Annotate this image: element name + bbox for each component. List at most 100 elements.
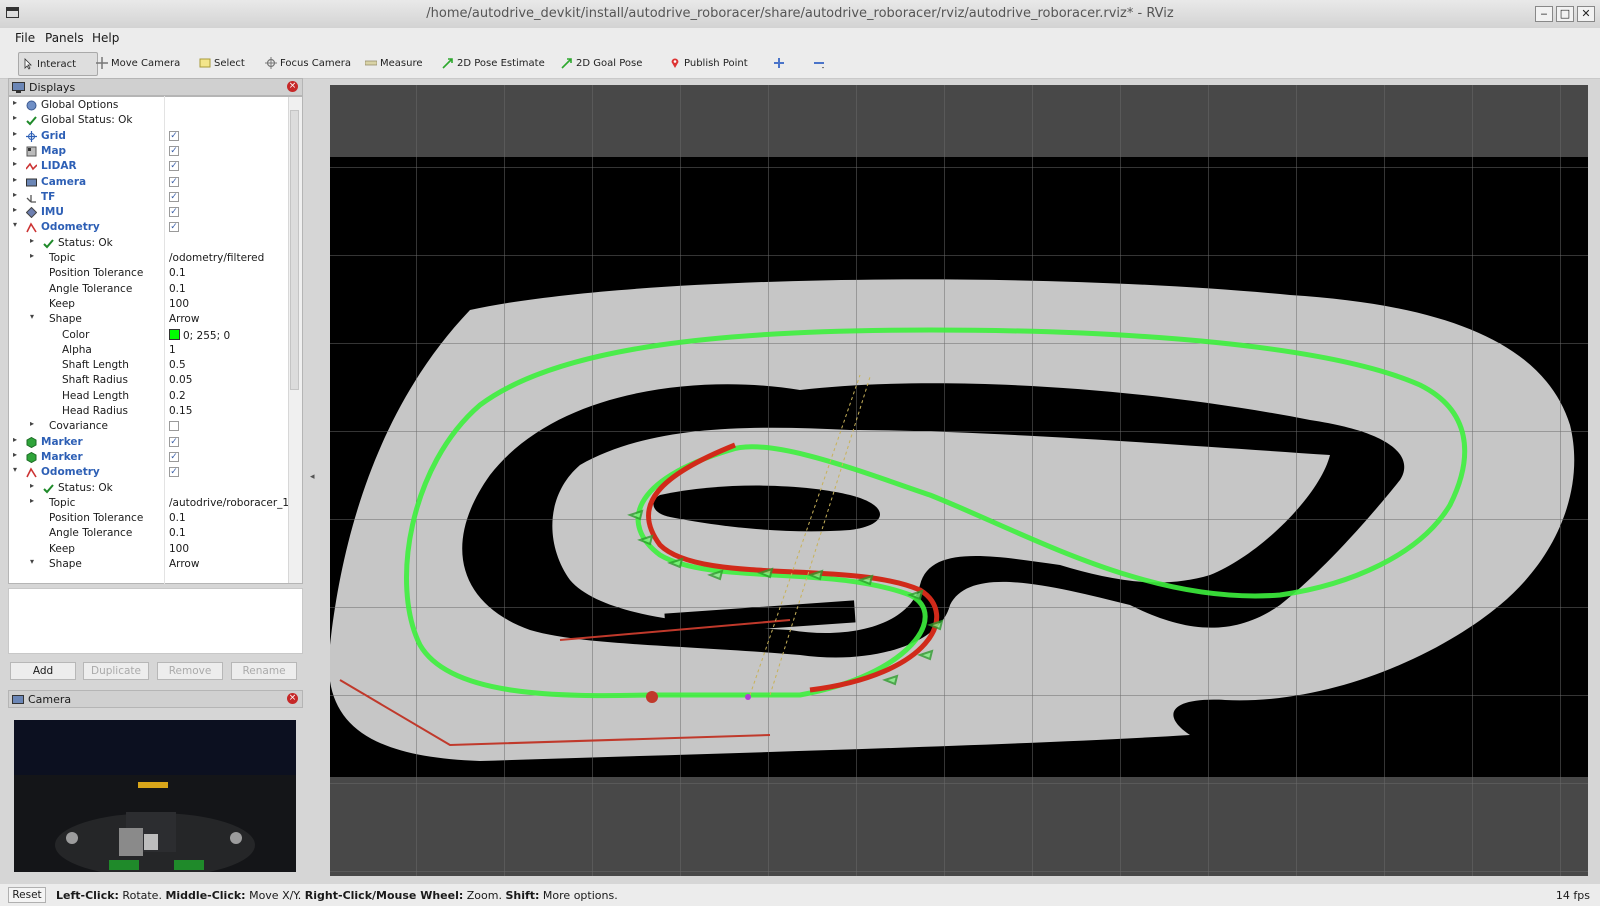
rename-display-button[interactable]: Rename xyxy=(231,662,297,680)
display-row-tf[interactable]: ▸ TF ✓ xyxy=(9,190,289,205)
expand-arrow-icon[interactable]: ▸ xyxy=(30,251,34,260)
property-value[interactable]: 0.15 xyxy=(169,405,192,417)
display-row-lidar[interactable]: ▸ LIDAR ✓ xyxy=(9,159,289,174)
expand-arrow-icon[interactable]: ▸ xyxy=(13,113,17,122)
display-row-grid[interactable]: ▸ Grid ✓ xyxy=(9,129,289,144)
maximize-button[interactable]: □ xyxy=(1556,6,1574,22)
display-row-keep[interactable]: Keep 100 xyxy=(9,297,289,312)
property-value[interactable]: 0.1 xyxy=(169,267,186,279)
expand-arrow-icon[interactable]: ▸ xyxy=(13,144,17,153)
expand-arrow-icon[interactable]: ▸ xyxy=(30,419,34,428)
display-row-status-ok[interactable]: ▸ Status: Ok xyxy=(9,236,289,251)
display-row-marker[interactable]: ▸ Marker ✓ xyxy=(9,450,289,465)
property-value[interactable]: /odometry/filtered xyxy=(169,252,264,264)
tool-interact[interactable]: Interact xyxy=(18,52,98,76)
tool-measure[interactable]: Measure xyxy=(362,54,426,72)
menu-help[interactable]: Help xyxy=(92,31,119,45)
tool-publish-point[interactable]: Publish Point xyxy=(666,54,751,72)
display-row-shape[interactable]: ▾ Shape Arrow xyxy=(9,557,289,572)
display-row-shape[interactable]: ▾ Shape Arrow xyxy=(9,312,289,327)
expand-arrow-icon[interactable]: ▸ xyxy=(13,129,17,138)
display-row-status-ok[interactable]: ▸ Status: Ok xyxy=(9,481,289,496)
display-enabled-checkbox[interactable]: ✓ xyxy=(169,436,179,447)
display-row-color[interactable]: Color 0; 255; 0 xyxy=(9,328,289,343)
3d-viewport[interactable] xyxy=(328,85,1588,876)
property-value[interactable]: Arrow xyxy=(169,558,199,570)
property-value[interactable]: /autodrive/roboracer_1_ xyxy=(169,497,294,509)
expand-arrow-icon[interactable]: ▸ xyxy=(13,175,17,184)
tool-move-camera[interactable]: Move Camera xyxy=(93,54,183,72)
display-row-camera[interactable]: ▸ Camera ✓ xyxy=(9,175,289,190)
property-value[interactable]: 0.05 xyxy=(169,374,192,386)
expand-arrow-icon[interactable]: ▸ xyxy=(13,98,17,107)
display-row-marker[interactable]: ▸ Marker ✓ xyxy=(9,435,289,450)
collapse-arrow-icon[interactable]: ▾ xyxy=(30,312,34,321)
expand-arrow-icon[interactable]: ▸ xyxy=(13,190,17,199)
display-enabled-checkbox[interactable]: ✓ xyxy=(169,176,179,187)
display-enabled-checkbox[interactable]: ✓ xyxy=(169,222,179,233)
menu-file[interactable]: File xyxy=(15,31,35,45)
display-enabled-checkbox[interactable]: ✓ xyxy=(169,191,179,202)
display-row-angle-tolerance[interactable]: Angle Tolerance 0.1 xyxy=(9,526,289,541)
display-row-topic[interactable]: ▸ Topic/autodrive/roboracer_1_ xyxy=(9,496,294,511)
display-row-map[interactable]: ▸ Map ✓ xyxy=(9,144,289,159)
close-button[interactable]: ✕ xyxy=(1577,6,1595,22)
display-enabled-checkbox[interactable]: ✓ xyxy=(169,130,179,141)
property-value[interactable]: 1 xyxy=(169,344,176,356)
display-enabled-checkbox[interactable]: ✓ xyxy=(169,161,179,172)
expand-arrow-icon[interactable]: ▸ xyxy=(13,450,17,459)
collapse-arrow-icon[interactable]: ▾ xyxy=(13,465,17,474)
property-value[interactable]: 0.1 xyxy=(169,527,186,539)
display-row-imu[interactable]: ▸ IMU ✓ xyxy=(9,205,289,220)
display-row-topic[interactable]: ▸ Topic/odometry/filtered xyxy=(9,251,289,266)
display-row-shaft-radius[interactable]: Shaft Radius 0.05 xyxy=(9,373,289,388)
expand-arrow-icon[interactable]: ▸ xyxy=(30,481,34,490)
property-value[interactable]: 0.2 xyxy=(169,390,186,402)
display-enabled-checkbox[interactable]: ✓ xyxy=(169,467,179,478)
expand-arrow-icon[interactable]: ▸ xyxy=(13,435,17,444)
display-row-covariance[interactable]: ▸ Covariance xyxy=(9,419,289,434)
remove-display-button[interactable]: Remove xyxy=(157,662,223,680)
tool-2d-goal-pose[interactable]: 2D Goal Pose xyxy=(558,54,645,72)
add-tool-button[interactable] xyxy=(770,54,788,72)
display-row-position-tolerance[interactable]: Position Tolerance 0.1 xyxy=(9,511,289,526)
duplicate-display-button[interactable]: Duplicate xyxy=(83,662,149,680)
tool-select[interactable]: Select xyxy=(196,54,248,72)
display-row-global-options[interactable]: ▸ Global Options xyxy=(9,98,289,113)
display-enabled-checkbox[interactable] xyxy=(169,421,179,432)
collapse-arrow-icon[interactable]: ▾ xyxy=(30,557,34,566)
property-value[interactable]: Arrow xyxy=(169,313,199,325)
collapse-arrow-icon[interactable]: ▾ xyxy=(13,220,17,229)
display-enabled-checkbox[interactable]: ✓ xyxy=(169,207,179,218)
expand-arrow-icon[interactable]: ▸ xyxy=(30,236,34,245)
display-row-global-status-ok[interactable]: ▸ Global Status: Ok xyxy=(9,113,289,128)
property-value[interactable]: 0.1 xyxy=(169,512,186,524)
add-display-button[interactable]: Add xyxy=(10,662,76,680)
display-row-keep[interactable]: Keep 100 xyxy=(9,542,289,557)
minimize-button[interactable]: ‒ xyxy=(1535,6,1553,22)
expand-arrow-icon[interactable]: ▸ xyxy=(13,159,17,168)
property-value[interactable]: 100 xyxy=(169,298,189,310)
displays-scrollbar-thumb[interactable] xyxy=(290,110,299,390)
tool-focus-camera[interactable]: Focus Camera xyxy=(262,54,354,72)
display-row-position-tolerance[interactable]: Position Tolerance 0.1 xyxy=(9,266,289,281)
reset-button[interactable]: Reset xyxy=(8,887,46,903)
displays-panel-close-icon[interactable]: × xyxy=(287,81,298,92)
display-row-odometry[interactable]: ▾ Odometry ✓ xyxy=(9,465,289,480)
expand-arrow-icon[interactable]: ▸ xyxy=(13,205,17,214)
property-value[interactable]: 0.5 xyxy=(169,359,186,371)
display-row-head-length[interactable]: Head Length 0.2 xyxy=(9,389,289,404)
display-row-angle-tolerance[interactable]: Angle Tolerance 0.1 xyxy=(9,282,289,297)
display-row-alpha[interactable]: Alpha 1 xyxy=(9,343,289,358)
property-value[interactable]: 0.1 xyxy=(169,283,186,295)
display-row-odometry[interactable]: ▾ Odometry ✓ xyxy=(9,220,289,235)
property-value[interactable]: 100 xyxy=(169,543,189,555)
expand-arrow-icon[interactable]: ▸ xyxy=(30,496,34,505)
menu-panels[interactable]: Panels xyxy=(45,31,84,45)
collapse-arrow-icon[interactable]: ◂ xyxy=(310,472,315,482)
display-row-shaft-length[interactable]: Shaft Length 0.5 xyxy=(9,358,289,373)
display-row-head-radius[interactable]: Head Radius 0.15 xyxy=(9,404,289,419)
display-enabled-checkbox[interactable]: ✓ xyxy=(169,451,179,462)
camera-panel-close-icon[interactable]: × xyxy=(287,693,298,704)
displays-tree[interactable]: ▸ Global Options ▸ Global Status: Ok ▸ Grid ✓ ▸… xyxy=(8,96,303,584)
